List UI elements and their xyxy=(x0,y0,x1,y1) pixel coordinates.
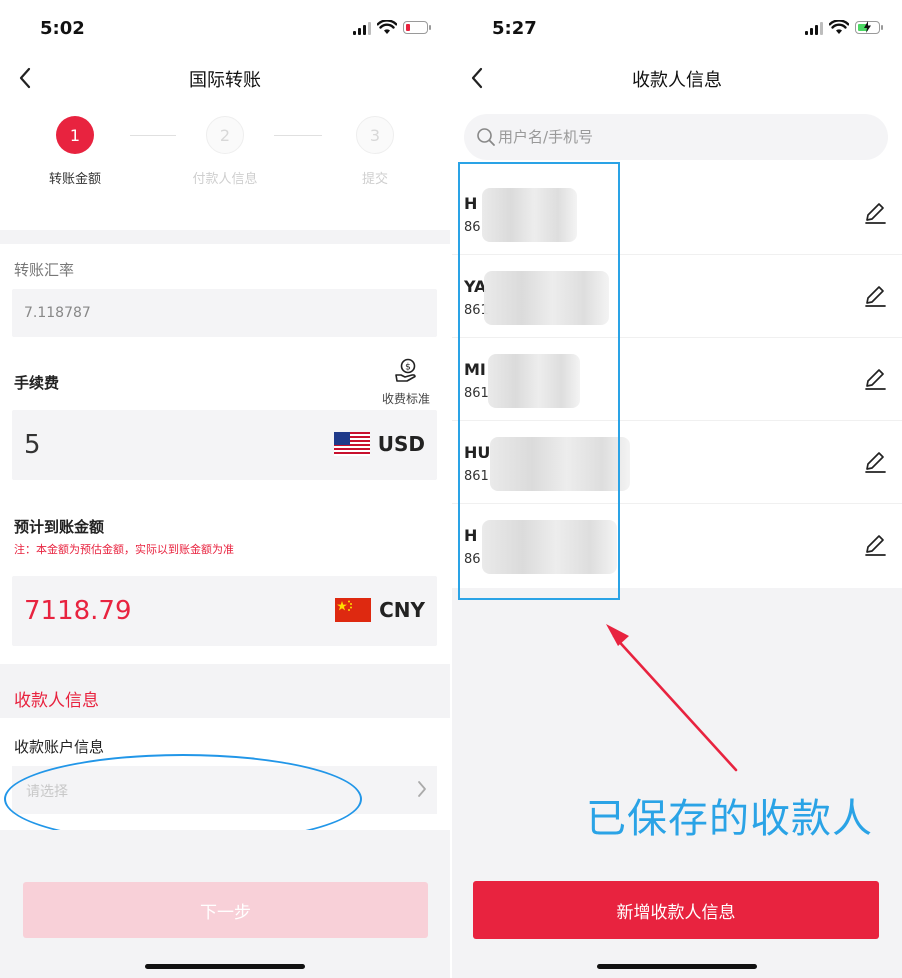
account-select-placeholder: 请选择 xyxy=(26,784,68,800)
recipient-section-header: 收款人信息 xyxy=(0,664,450,718)
annotation-caption: 已保存的收款人 xyxy=(586,796,873,842)
cn-flag-icon xyxy=(335,598,372,622)
estimated-currency: CNY xyxy=(335,598,425,622)
fee-currency-code: USD xyxy=(377,432,425,456)
step-connector xyxy=(274,135,322,136)
wifi-icon xyxy=(377,20,397,34)
recipient-list-screen: 5:27 收款人信息 用户名/手机号 H 86 YA 861 MI 861 HU… xyxy=(452,0,902,978)
signal-icon xyxy=(805,21,823,35)
recipient-row[interactable]: HU 861 xyxy=(452,421,902,504)
privacy-blur xyxy=(482,188,577,242)
status-icons xyxy=(805,20,883,35)
pencil-icon[interactable] xyxy=(862,200,888,226)
status-time: 5:02 xyxy=(40,18,85,39)
status-icons xyxy=(353,20,431,35)
chevron-right-icon xyxy=(418,781,426,797)
recipient-name: H xyxy=(464,526,478,545)
search-icon xyxy=(477,128,495,146)
recipient-list: H 86 YA 861 MI 861 HU 861 H 86 xyxy=(452,172,902,587)
step-3-circle: 3 xyxy=(356,116,394,154)
fee-amount: 5 xyxy=(24,430,41,460)
estimated-amount: 7118.79 xyxy=(24,596,132,626)
fee-currency: USD xyxy=(333,432,425,456)
status-bar: 5:02 xyxy=(0,0,450,56)
fee-amount-field[interactable]: 5 USD xyxy=(12,410,437,480)
privacy-blur xyxy=(482,520,617,574)
estimated-label: 预计到账金额 xyxy=(14,518,105,536)
search-input[interactable] xyxy=(498,114,868,160)
estimated-amount-field: 7118.79 CNY xyxy=(12,576,437,646)
recipient-phone: 861 xyxy=(464,469,489,484)
wifi-icon xyxy=(829,20,849,34)
next-step-button[interactable]: 下一步 xyxy=(23,882,428,938)
pencil-icon[interactable] xyxy=(862,366,888,392)
signal-icon xyxy=(353,21,371,35)
add-recipient-button[interactable]: 新增收款人信息 xyxy=(473,881,879,939)
us-flag-icon xyxy=(333,432,370,456)
pencil-icon[interactable] xyxy=(862,283,888,309)
privacy-blur xyxy=(488,354,580,408)
home-indicator xyxy=(597,964,757,969)
fee-standard-label: 收费标准 xyxy=(381,392,430,406)
pencil-icon[interactable] xyxy=(862,449,888,475)
step-2-label: 付款人信息 xyxy=(192,172,258,187)
section-divider xyxy=(0,230,450,244)
nav-bar: 国际转账 xyxy=(0,56,450,100)
estimated-currency-code: CNY xyxy=(379,598,425,622)
account-label: 收款账户信息 xyxy=(14,738,105,756)
privacy-blur xyxy=(490,437,630,491)
step-1-label: 转账金额 xyxy=(48,172,101,187)
fee-standard-link[interactable]: $ 收费标准 xyxy=(376,358,436,407)
money-hand-icon: $ xyxy=(395,358,416,382)
step-connector xyxy=(130,135,176,136)
recipient-phone: 86 xyxy=(464,220,481,235)
rate-label: 转账汇率 xyxy=(14,261,75,279)
step-2: 2 付款人信息 xyxy=(185,116,265,187)
status-time: 5:27 xyxy=(492,18,537,39)
battery-charging-icon xyxy=(855,21,883,34)
home-indicator xyxy=(145,964,305,969)
screenshot-stage: 5:02 国际转账 1 转账金额 2 付款人信息 3 提交 转账汇率 7.118… xyxy=(0,0,902,978)
recipient-phone: 86 xyxy=(464,552,481,567)
recipient-name: MI xyxy=(464,360,486,379)
step-1: 1 转账金额 xyxy=(35,116,115,187)
svg-text:$: $ xyxy=(405,363,411,373)
transfer-screen: 5:02 国际转账 1 转账金额 2 付款人信息 3 提交 转账汇率 7.118… xyxy=(0,0,450,978)
step-2-circle: 2 xyxy=(206,116,244,154)
step-3-label: 提交 xyxy=(361,172,388,187)
page-title: 国际转账 xyxy=(189,70,261,91)
pencil-icon[interactable] xyxy=(862,532,888,558)
page-title: 收款人信息 xyxy=(632,70,722,91)
recipient-row[interactable]: H 86 xyxy=(452,504,902,587)
fee-label: 手续费 xyxy=(14,374,60,392)
rate-field: 7.118787 xyxy=(12,289,437,337)
recipient-name: HU xyxy=(464,443,491,462)
recipient-row[interactable]: H 86 xyxy=(452,172,902,255)
battery-icon xyxy=(403,21,431,34)
recipient-row[interactable]: YA 861 xyxy=(452,255,902,338)
recipient-phone: 861 xyxy=(464,386,489,401)
step-3: 3 提交 xyxy=(335,116,415,187)
annotation-arrow xyxy=(606,624,738,772)
account-select[interactable]: 请选择 xyxy=(12,766,437,814)
search-bar[interactable] xyxy=(464,114,888,160)
recipient-row[interactable]: MI 861 xyxy=(452,338,902,421)
privacy-blur xyxy=(484,271,609,325)
recipient-section-title: 收款人信息 xyxy=(14,691,99,711)
recipient-name: H xyxy=(464,194,478,213)
nav-bar: 收款人信息 xyxy=(452,56,902,100)
estimated-note: 注：本金额为预估金额，实际以到账金额为准 xyxy=(14,543,234,556)
status-bar: 5:27 xyxy=(452,0,902,56)
step-indicator: 1 转账金额 2 付款人信息 3 提交 xyxy=(0,102,450,230)
rate-value: 7.118787 xyxy=(24,305,91,321)
step-1-circle: 1 xyxy=(56,116,94,154)
